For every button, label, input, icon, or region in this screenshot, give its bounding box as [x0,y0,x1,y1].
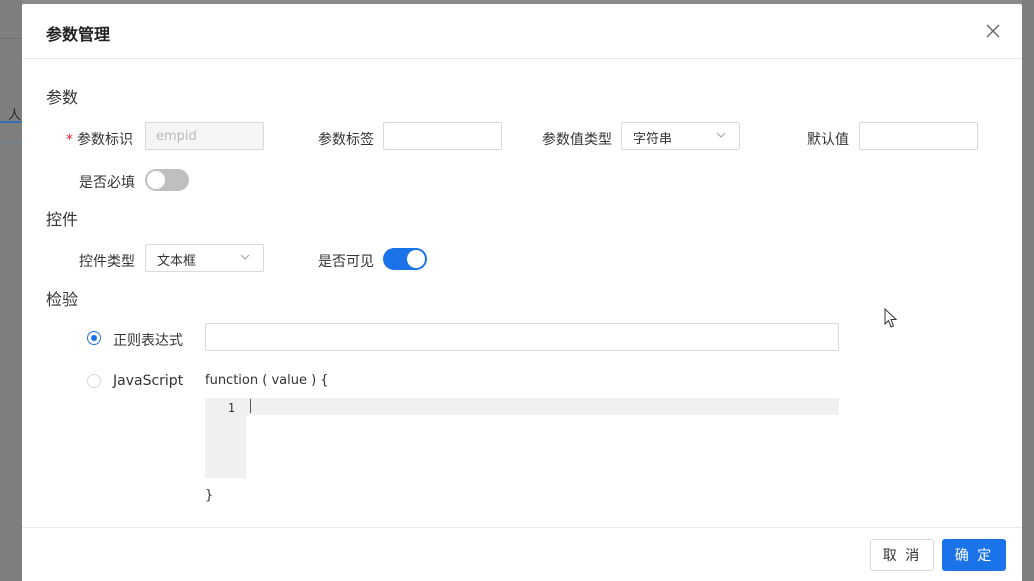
control-type-value: 文本框 [157,254,197,269]
function-open-text: function ( value ) { [205,373,329,388]
close-button[interactable] [982,20,1004,42]
switch-knob [407,250,425,268]
param-tag-input[interactable] [383,122,502,150]
param-id-input[interactable] [145,122,264,150]
javascript-radio[interactable] [87,374,101,388]
required-mark: * [66,132,73,148]
background-page-left: 人 [0,0,22,580]
required-switch[interactable] [145,169,189,191]
param-type-label: 参数值类型 [542,132,612,148]
chevron-down-icon [240,254,250,260]
parameter-dialog: 参数管理 参数 *参数标识 参数标签 参数值类型 字符串 默认值 是否必填 控件… [22,4,1022,581]
function-close-text: } [205,488,214,503]
control-type-label: 控件类型 [79,254,135,270]
section-title-params: 参数 [46,88,79,107]
dialog-footer: 取 消 确 定 [22,527,1022,581]
param-type-select[interactable]: 字符串 [621,122,740,150]
required-label: 是否必填 [79,175,135,191]
background-divider [0,38,22,39]
editor-active-line [246,398,839,415]
param-id-label: * 参数标识 [66,129,133,149]
background-divider [0,142,22,143]
regex-radio[interactable] [87,331,101,345]
chevron-down-icon [716,132,726,138]
visible-switch[interactable] [383,248,427,270]
section-title-validation: 检验 [46,290,79,309]
dialog-title: 参数管理 [46,25,111,44]
cancel-button[interactable]: 取 消 [870,539,934,571]
section-title-control: 控件 [46,210,79,229]
confirm-button[interactable]: 确 定 [942,539,1006,571]
dialog-header: 参数管理 [22,4,1022,59]
javascript-label[interactable]: JavaScript [113,373,183,389]
default-value-input[interactable] [859,122,978,150]
regex-input[interactable] [205,323,839,351]
line-number: 1 [227,401,235,415]
param-tag-label: 参数标签 [318,132,374,148]
param-type-value: 字符串 [633,132,673,147]
editor-gutter: 1 [205,398,246,478]
mouse-pointer-icon [884,308,898,328]
close-icon [986,24,1000,38]
regex-label[interactable]: 正则表达式 [113,330,183,350]
visible-label: 是否可见 [318,254,374,270]
default-value-label: 默认值 [807,132,849,148]
background-tab-underline [0,121,22,123]
switch-knob [147,171,165,189]
text-cursor [250,399,251,413]
control-type-select[interactable]: 文本框 [145,244,264,272]
param-id-label-text: 参数标识 [77,132,133,148]
code-editor[interactable]: 1 [205,398,839,478]
background-page-right [1022,0,1034,580]
